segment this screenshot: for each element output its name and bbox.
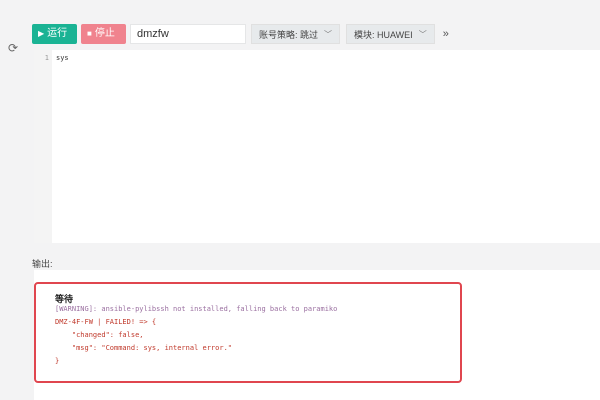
toolbar: ▶ 运行 ■ 停止 账号策略: 跳过 ﹀ 模块: HUAWEI ﹀ » xyxy=(32,24,449,44)
module-dropdown[interactable]: 模块: HUAWEI ﹀ xyxy=(346,24,435,44)
stop-icon: ■ xyxy=(87,29,92,38)
module-label: 模块: HUAWEI xyxy=(354,29,413,40)
stop-label: 停止 xyxy=(94,28,115,39)
play-icon: ▶ xyxy=(38,29,45,38)
code-line[interactable]: sys xyxy=(56,54,69,62)
output-line: [WARNING]: ansible-pylibssh not installe… xyxy=(55,305,338,313)
account-strategy-label: 账号策略: 跳过 xyxy=(259,29,319,40)
refresh-icon[interactable]: ⟳ xyxy=(7,42,19,54)
output-label: 输出: xyxy=(32,259,53,269)
run-label: 运行 xyxy=(47,28,68,39)
output-line: "changed": false, xyxy=(55,331,144,339)
stop-button[interactable]: ■ 停止 xyxy=(81,24,126,44)
output-line: } xyxy=(55,357,60,365)
chevron-down-icon: ﹀ xyxy=(418,29,427,39)
code-editor[interactable]: 1 sys xyxy=(34,50,600,243)
editor-gutter: 1 xyxy=(34,50,52,243)
output-line: DMZ-4F-FW | FAILED! => { xyxy=(55,318,157,326)
chevron-down-icon: ﹀ xyxy=(324,29,333,39)
left-rail xyxy=(0,0,28,400)
host-input[interactable] xyxy=(130,24,246,44)
output-status-title: 等待 xyxy=(55,294,74,304)
output-line: "msg": "Command: sys, internal error." xyxy=(55,344,233,352)
double-chevron-right-icon[interactable]: » xyxy=(443,28,449,40)
account-strategy-dropdown[interactable]: 账号策略: 跳过 ﹀ xyxy=(251,24,341,44)
run-button[interactable]: ▶ 运行 xyxy=(32,24,77,44)
line-number: 1 xyxy=(44,54,49,62)
